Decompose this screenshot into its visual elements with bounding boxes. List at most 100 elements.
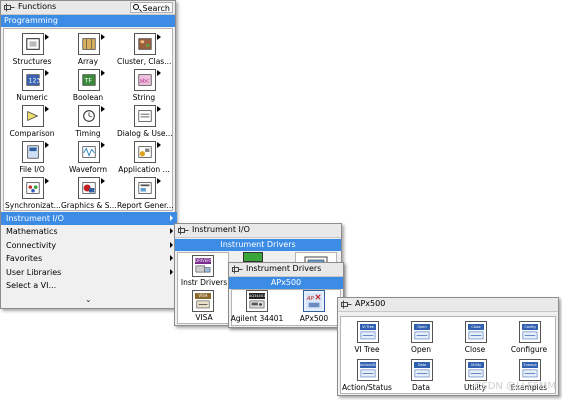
pin-icon[interactable] [178,226,189,235]
submenu-arrow-icon [101,70,105,76]
expand-more-icon[interactable]: ⌄ [85,295,92,304]
apx-item-label: Action/Status [342,383,392,392]
submenu-arrow-icon [157,106,161,112]
apx500-label: APx500 [299,314,329,323]
comparison-icon[interactable] [22,105,44,127]
submenu-arrow-icon [170,228,173,235]
apx-data-icon[interactable]: Data [411,359,433,381]
instrument-drivers-palette: Instrument Drivers APx500 AG34401A Agile… [228,262,344,328]
menu-item-label: Mathematics [6,227,58,237]
menu-item-label: Select a VI... [6,281,57,290]
function-label: Waveform [68,165,108,174]
apx-action-status-icon[interactable]: Action/Status [357,359,379,381]
apx500-header[interactable]: APx500 [229,277,343,289]
array-icon-glyph [82,38,96,50]
submenu-arrow-icon [170,215,173,221]
visa-label: VISA [195,313,213,322]
apx-icon-text: Data [414,362,430,368]
svg-text:abc: abc [140,79,150,85]
numeric-icon-glyph: 123 [26,74,41,86]
apx-icon-glyph [468,331,484,340]
menu-item[interactable]: Instrument I/O [1,212,177,225]
apx500-driver-icon[interactable]: AP [303,290,325,312]
instr-drivers-icon[interactable]: DRIVERS [192,255,214,277]
search-button[interactable]: Search [129,2,173,13]
instr-drivers-label: Instr Drivers [180,278,228,287]
apx-icon-text: Action/Status [360,362,376,368]
report-icon[interactable] [134,177,156,199]
function-label: Numeric [16,93,48,102]
instrument-io-titlebar[interactable]: Instrument I/O [175,224,341,238]
submenu-arrow-icon [170,268,173,275]
submenu-arrow-icon [45,70,49,76]
apx-icon-glyph [522,369,538,378]
boolean-icon[interactable]: TF [78,69,100,91]
visa-icon-text: VISA [195,293,211,299]
synchronization-icon[interactable] [22,177,44,199]
apx-utility-icon[interactable]: Utility [465,359,487,381]
waveform-icon-glyph [82,146,96,158]
visa-icon-glyph [196,300,210,309]
menu-item-label: Connectivity [6,240,57,250]
watermark: CSDN @LLFFMM [474,381,556,392]
functions-titlebar[interactable]: Functions Search [1,1,175,15]
menu-item[interactable]: Connectivity [1,239,177,252]
function-label: Synchronizat... [5,201,61,210]
apx-close-icon[interactable]: Close [465,321,487,343]
apx-item-label: Close [464,345,486,354]
application-icon[interactable] [134,141,156,163]
pin-icon[interactable] [4,3,15,12]
function-label: String [132,93,156,102]
waveform-icon[interactable] [78,141,100,163]
menu-item[interactable]: User Libraries [1,266,177,279]
dialog-icon[interactable] [134,105,156,127]
apx-configure-icon[interactable]: Config [519,321,541,343]
apx500-icon-glyph: AP [306,293,322,309]
agilent-icon-glyph [249,300,265,309]
numeric-icon[interactable]: 123 [22,69,44,91]
menu-item[interactable]: Select a VI... [1,279,177,292]
synchronization-icon-glyph [26,182,40,194]
cluster-icon[interactable] [134,33,156,55]
graphics-icon[interactable] [78,177,100,199]
pin-icon[interactable] [232,265,243,274]
instr-drivers-icon-text: DRIVERS [195,258,211,264]
apx-examples-icon[interactable]: Exampl [519,359,541,381]
category-label: Programming [4,16,58,25]
menu-item[interactable]: Mathematics [1,225,177,238]
apx500-title: APx500 [355,299,386,308]
apx-icon-text: Close [468,324,484,330]
instrument-drivers-header[interactable]: Instrument Drivers [175,239,341,251]
file-io-icon[interactable] [22,141,44,163]
instrument-drivers-header-label: Instrument Drivers [220,240,296,249]
apx-icon-glyph [360,331,376,340]
apx-icon-glyph [522,331,538,340]
menu-item[interactable]: Favorites [1,252,177,265]
submenu-arrow-icon [45,34,49,40]
apx500-header-label: APx500 [270,278,302,287]
apx-icon-text: Open [414,324,430,330]
function-label: Application ... [118,165,170,174]
function-label: Comparison [9,129,55,138]
array-icon[interactable] [78,33,100,55]
apx-vi-tree-icon[interactable]: VI Tree [357,321,379,343]
agilent-34401-icon[interactable]: AG34401A [246,290,268,312]
svg-text:AP: AP [306,296,315,302]
agilent-34401-label: Agilent 34401 [230,314,284,323]
string-icon[interactable]: abc [134,69,156,91]
function-label: Report Gener... [117,201,174,210]
submenu-arrow-icon [101,178,105,184]
submenu-arrow-icon [157,70,161,76]
apx-open-icon[interactable]: Open [411,321,433,343]
pin-icon[interactable] [341,300,352,309]
submenu-arrow-icon [101,142,105,148]
svg-text:123: 123 [29,78,41,85]
apx-icon-glyph [414,369,430,378]
apx-icon-glyph [414,331,430,340]
structures-icon[interactable] [22,33,44,55]
category-programming[interactable]: Programming [1,15,175,27]
instrument-drivers-titlebar[interactable]: Instrument Drivers [229,263,343,277]
timing-icon[interactable] [78,105,100,127]
visa-icon[interactable]: VISA [192,290,214,312]
apx500-titlebar[interactable]: APx500 [338,298,558,312]
